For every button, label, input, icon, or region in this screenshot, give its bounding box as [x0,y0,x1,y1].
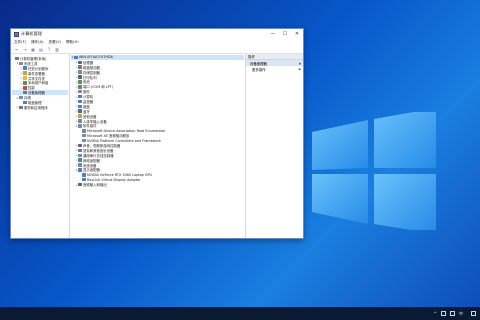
title-bar[interactable]: 计算机管理 — ☐ ✕ [11,29,303,39]
device-icon [82,138,86,143]
device-icon [23,71,27,75]
device-icon [23,76,27,80]
device-icon [82,173,86,177]
window-title: 计算机管理 [21,31,42,36]
device-icon [82,129,86,133]
device-icon [78,99,82,104]
device-tree-item-label: WIN-0FUAO7U7HD8 [79,55,113,60]
show-hide-tree-icon[interactable]: ▦ [30,47,36,53]
properties-icon[interactable]: ▤ [38,47,44,53]
device-tree-item-label: Microsoft XE 音频驱动程序 [87,134,130,139]
device-icon [78,158,82,162]
device-icon [74,55,78,60]
minimize-button[interactable]: — [267,29,279,39]
windows-logo-icon [312,112,436,230]
device-icon [78,65,82,69]
action-item[interactable]: 更多操作 ▶ [246,66,303,72]
system-tray: ^ 中 [434,307,480,320]
device-icon [78,60,82,65]
menu-item[interactable]: 文件(F) [14,40,26,45]
menu-item[interactable]: 操作(A) [31,40,43,45]
actions-pane: 操作 设备管理器 ▲ 更多操作 ▶ [246,54,303,238]
device-icon [19,105,23,110]
device-icon [78,75,82,79]
device-icon [78,182,82,187]
device-tree-item-label: 软件组件 [83,124,97,129]
device-icon [19,61,23,66]
forward-icon[interactable]: → [22,47,28,53]
device-tree-item-label: NVIDIA Platform Controllers and Framewor… [87,138,161,143]
menu-item[interactable]: 查看(V) [49,40,61,45]
device-icon [78,119,82,123]
nav-tree-item[interactable]: > 服务和应用程序 [12,105,68,110]
device-icon [78,114,82,118]
device-icon [78,168,82,172]
device-icon [19,95,23,100]
device-icon [78,153,82,157]
device-icon [82,133,86,138]
notification-icon[interactable] [471,311,476,316]
toolbar: ← → ▦ ▤? ▥ [11,46,303,54]
view-icon[interactable]: ▥ [54,47,60,53]
maximize-button[interactable]: ☐ [279,29,291,39]
action-label: 设备管理器 [250,61,267,66]
device-icon [78,85,82,89]
app-icon [14,31,19,37]
device-tree-item-label: 音频输入和输出 [83,183,107,188]
tray-overflow-icon[interactable]: ^ [434,311,437,316]
device-tree-item-label: NVIDIA GeForce RTX 3060 Laptop GPU [87,172,153,177]
action-label: 更多操作 [252,67,266,72]
help-icon[interactable]: ? [46,47,52,53]
collapse-icon[interactable]: ▲ [299,61,301,65]
device-icon [78,143,82,148]
device-tree-item[interactable]: > 音频输入和输出 [71,182,244,188]
menu-bar: 文件(F) 操作(A) 查看(V) 帮助(H) [11,39,303,46]
device-icon [78,94,82,99]
device-icon [82,177,86,182]
device-tree-item-label: RayLink Virtual Display Adapter [87,177,141,182]
device-tree-item-label: 显示适配器 [83,168,100,173]
nav-tree-item-label: 服务和应用程序 [24,105,48,110]
device-icon [78,163,82,167]
device-icon [78,109,82,113]
device-icon [78,148,82,153]
device-icon [78,70,82,74]
device-icon [15,56,19,61]
device-tree-item-label: Microsoft Device Association Root Enumer… [87,128,166,133]
device-icon [23,86,27,90]
back-icon[interactable]: ← [14,47,20,53]
device-icon [23,90,27,95]
device-icon [23,100,27,105]
taskbar: ^ 中 [0,307,480,320]
device-icon [78,124,82,128]
device-icon [23,81,27,85]
device-icon [78,80,82,84]
computer-management-window: 计算机管理 — ☐ ✕ 文件(F) 操作(A) 查看(V) 帮助(H) ← → ▦ ▤? ▥ … [10,28,304,239]
ime-indicator[interactable]: 中 [459,311,463,316]
device-icon [78,89,82,94]
menu-item[interactable]: 帮助(H) [66,40,79,45]
device-icon [23,66,27,70]
close-button[interactable]: ✕ [291,29,303,39]
network-icon[interactable] [441,311,446,316]
volume-icon[interactable] [450,311,455,316]
device-icon [78,104,82,109]
chevron-right-icon[interactable]: ▶ [299,67,301,71]
navigation-tree: 计算机管理(本地) ∨ 系统工具 > 任务计划程序 > 事件查看器 > 共享文件夹 > 本地用户和组… [11,54,70,238]
device-tree: ∨ WIN-0FUAO7U7HD8 > 处理器 > 磁盘驱动器 > 存储控制器 > 打印队列 > 电池… [70,54,246,238]
